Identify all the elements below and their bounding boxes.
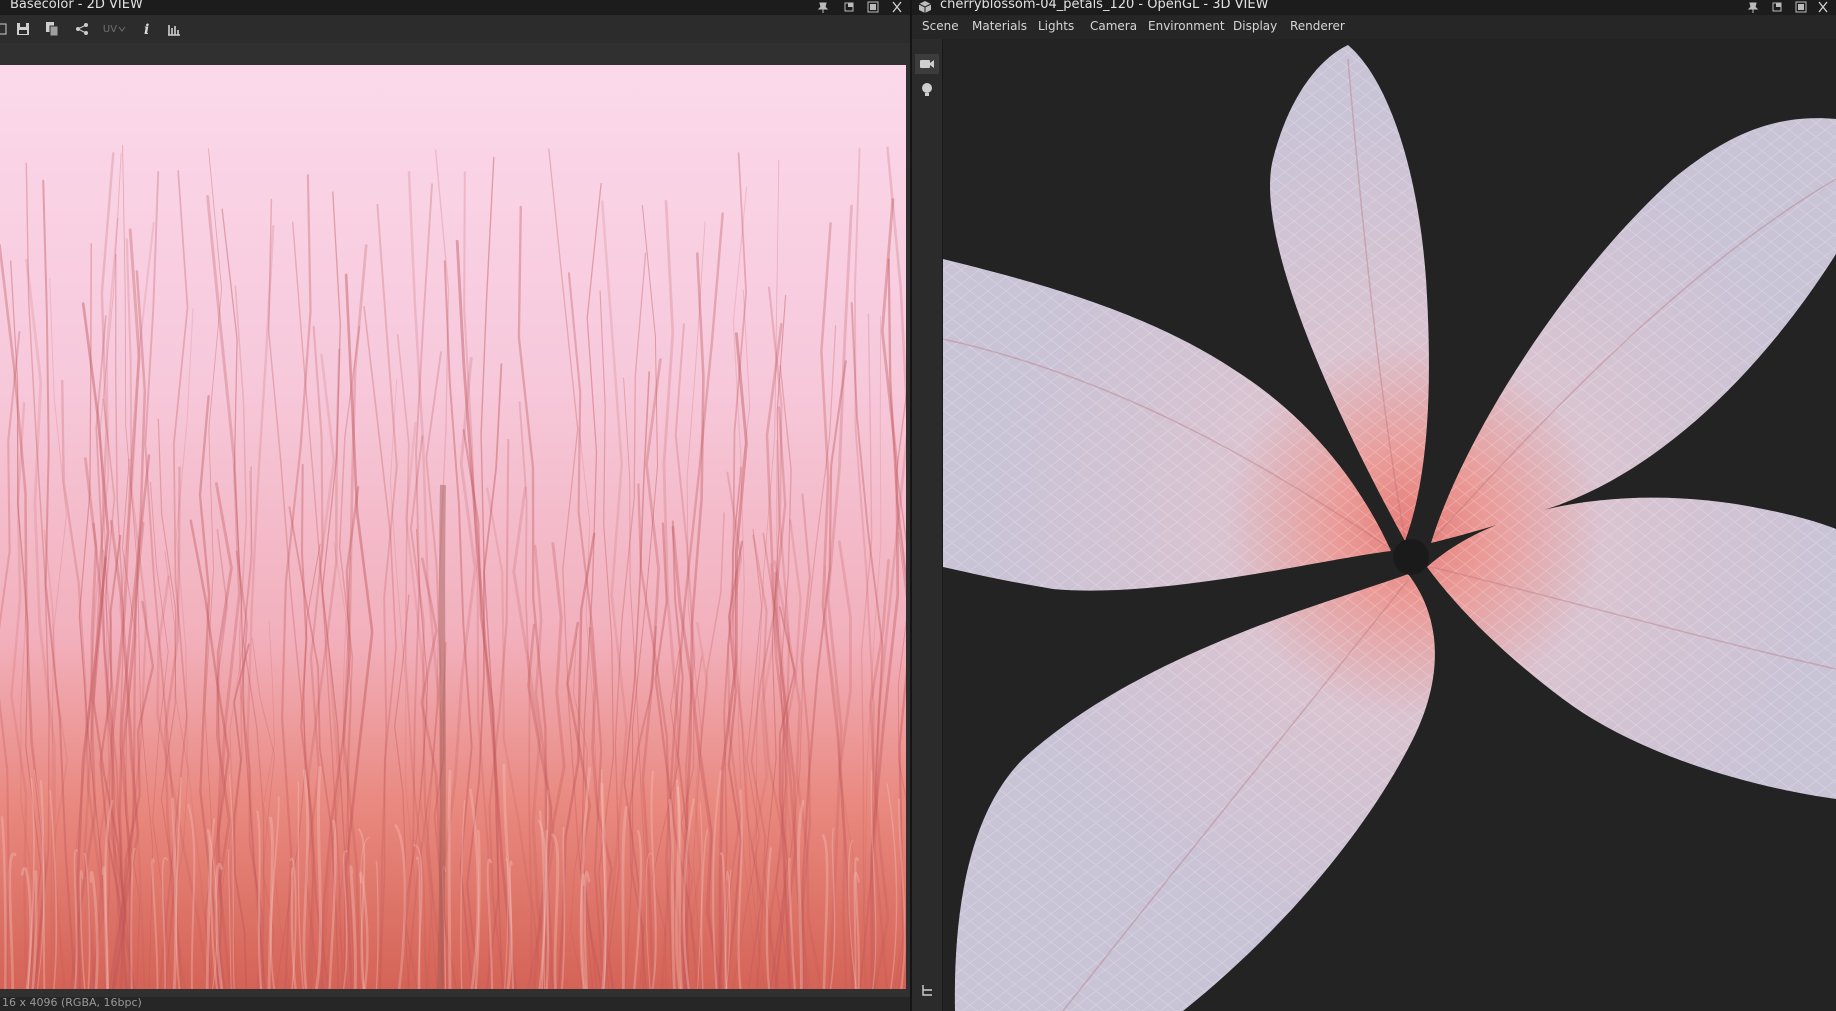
cube-icon: [918, 1, 932, 13]
menu-display[interactable]: Display: [1233, 19, 1277, 33]
close-icon[interactable]: [890, 1, 904, 13]
copy-icon[interactable]: [42, 19, 62, 39]
light-bulb-icon[interactable]: [918, 81, 936, 99]
petal-bottom: [954, 574, 1435, 1011]
close-icon[interactable]: [1816, 1, 1830, 13]
3d-view-panel: cherryblossom-04_petals_120 - OpenGL - 3…: [912, 0, 1836, 1011]
texture-canvas[interactable]: [0, 43, 910, 997]
menu-camera[interactable]: Camera: [1090, 19, 1137, 33]
save-icon[interactable]: [13, 19, 33, 39]
fit-view-icon[interactable]: [0, 19, 12, 39]
flower-center-hole: [1393, 539, 1429, 575]
float-icon[interactable]: [842, 1, 856, 13]
float-icon[interactable]: [1770, 1, 1784, 13]
svg-text:i: i: [144, 22, 149, 37]
chevron-down-icon: [118, 26, 126, 32]
viewport-menu-bar: Scene Materials Lights Camera Environmen…: [912, 15, 1836, 39]
panel-title-bar: cherryblossom-04_petals_120 - OpenGL - 3…: [912, 0, 1836, 15]
panel-title-bar: Basecolor - 2D VIEW: [0, 0, 910, 15]
cherry-blossom-model: [943, 45, 1836, 1011]
menu-environment[interactable]: Environment: [1148, 19, 1225, 33]
menu-lights[interactable]: Lights: [1038, 19, 1074, 33]
uv-label: UV: [102, 23, 118, 35]
3d-viewport[interactable]: [943, 39, 1836, 1011]
panel-title: Basecolor - 2D VIEW: [10, 0, 143, 12]
texture-resolution-text: 16 x 4096 (RGBA, 16bpc): [2, 996, 142, 1009]
hierarchy-icon[interactable]: [918, 981, 936, 999]
info-icon[interactable]: i: [137, 19, 157, 39]
menu-renderer[interactable]: Renderer: [1290, 19, 1345, 33]
pin-icon[interactable]: [1746, 1, 1760, 13]
texture-2d-view-panel: Basecolor - 2D VIEW UV i 16 x 4096 (RGBA…: [0, 0, 910, 1011]
viewport-side-toolbar: [912, 39, 943, 1011]
status-bar: 16 x 4096 (RGBA, 16bpc): [0, 996, 910, 1011]
petal-top-right: [1431, 118, 1836, 544]
uv-dropdown[interactable]: UV: [98, 19, 132, 39]
camera-icon[interactable]: [915, 54, 939, 74]
pin-icon[interactable]: [816, 1, 830, 13]
panel-title: cherryblossom-04_petals_120 - OpenGL - 3…: [940, 0, 1269, 12]
maximize-icon[interactable]: [1794, 1, 1808, 13]
petal-right: [1427, 497, 1836, 799]
menu-scene[interactable]: Scene: [922, 19, 959, 33]
share-icon[interactable]: [72, 19, 92, 39]
basecolor-texture-image: [0, 65, 906, 989]
maximize-icon[interactable]: [866, 1, 880, 13]
texture-streak: [447, 770, 452, 989]
histogram-icon[interactable]: [164, 19, 184, 39]
menu-materials[interactable]: Materials: [972, 19, 1027, 33]
view-toolbar: UV i: [0, 15, 910, 44]
